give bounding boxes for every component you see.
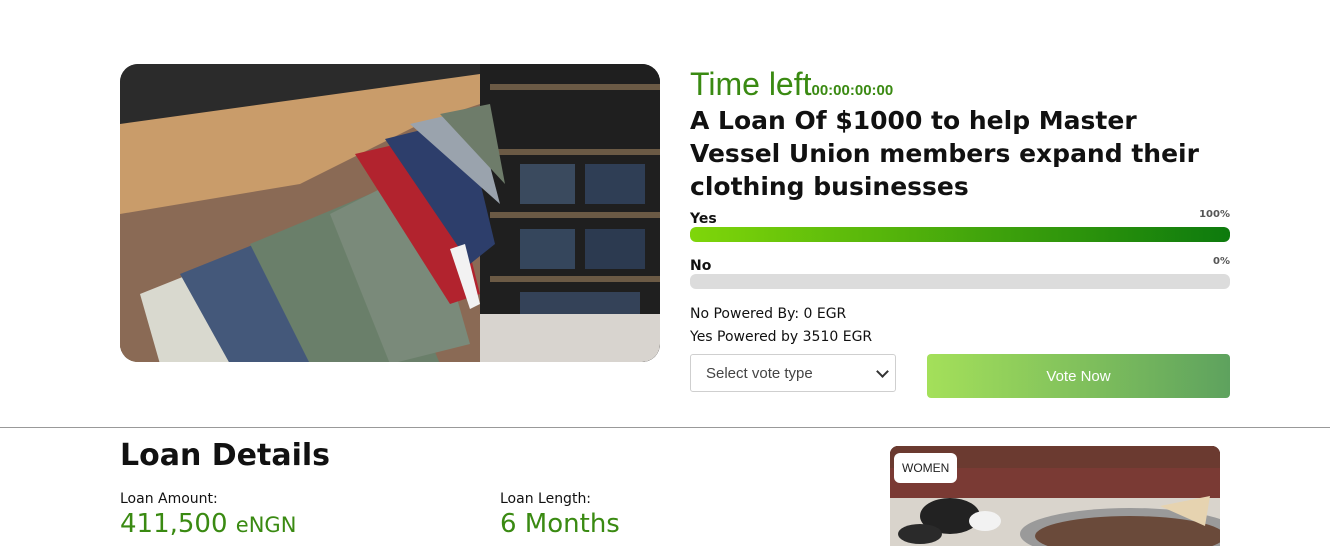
loan-length: Loan Length: 6 Months [500,491,620,539]
vote-controls: Select vote type Vote Now [690,354,1230,402]
campaign-panel: Time left 00:00:00:00 A Loan Of $1000 to… [690,66,1230,402]
no-progress-bar [690,274,1230,289]
campaign-card[interactable]: WOMEN [890,446,1220,546]
loan-length-label: Loan Length: [500,491,592,507]
time-left-label: Time left [690,66,812,102]
yes-progress-bar [690,227,1230,242]
vote-type-select-placeholder: Select vote type [706,364,813,382]
countdown: Time left 00:00:00:00 [690,66,1230,102]
no-label: No [690,258,712,274]
yes-label: Yes [690,211,717,227]
time-left-value: 00:00:00:00 [811,82,894,99]
loan-amount-value: 411,500 [120,509,228,539]
yes-progress-fill [690,227,1230,242]
loan-amount-unit: eNGN [235,513,297,537]
category-badge: WOMEN [894,453,958,483]
campaign-title: A Loan Of $1000 to help Master Vessel Un… [690,106,1199,201]
loan-length-value: 6 Months [500,509,620,539]
loan-amount: Loan Amount: 411,500 eNGN [120,491,296,539]
powered-info: No Powered By: 0 EGR Yes Powered by 3510… [690,303,1230,349]
chevron-down-icon [876,365,889,378]
vote-type-select[interactable]: Select vote type [690,354,896,392]
yes-vote-row: Yes 100% [690,203,1230,250]
no-percent: 0% [1213,256,1230,267]
yes-percent: 100% [1199,209,1230,220]
loan-amount-label: Loan Amount: [120,491,218,507]
section-divider [0,427,1330,428]
loan-amount-value-row: 411,500 eNGN [120,509,296,539]
hero-image-clothing-rack [120,64,660,362]
loan-details-heading: Loan Details [120,438,331,473]
no-powered-text: No Powered By: 0 EGR [690,306,847,322]
no-vote-row: No 0% [690,250,1230,297]
yes-powered-text: Yes Powered by 3510 EGR [690,329,873,345]
vote-now-button[interactable]: Vote Now [927,354,1230,398]
